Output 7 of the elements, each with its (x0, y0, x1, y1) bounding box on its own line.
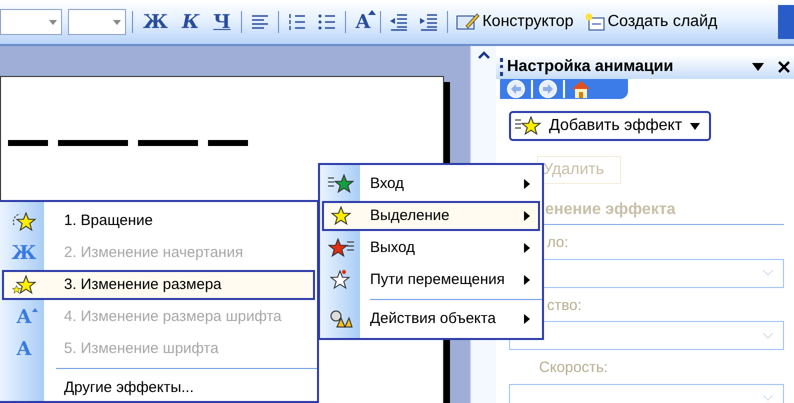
icon-letter: Ж (12, 244, 36, 262)
icon-letter: A (16, 340, 32, 358)
field-label: ло: (547, 233, 570, 253)
field-label: Скорость: (539, 358, 609, 378)
field-label: ство: (547, 296, 583, 316)
icon-letter: A (16, 308, 32, 326)
pane-title: Настройка анимации (507, 57, 674, 77)
